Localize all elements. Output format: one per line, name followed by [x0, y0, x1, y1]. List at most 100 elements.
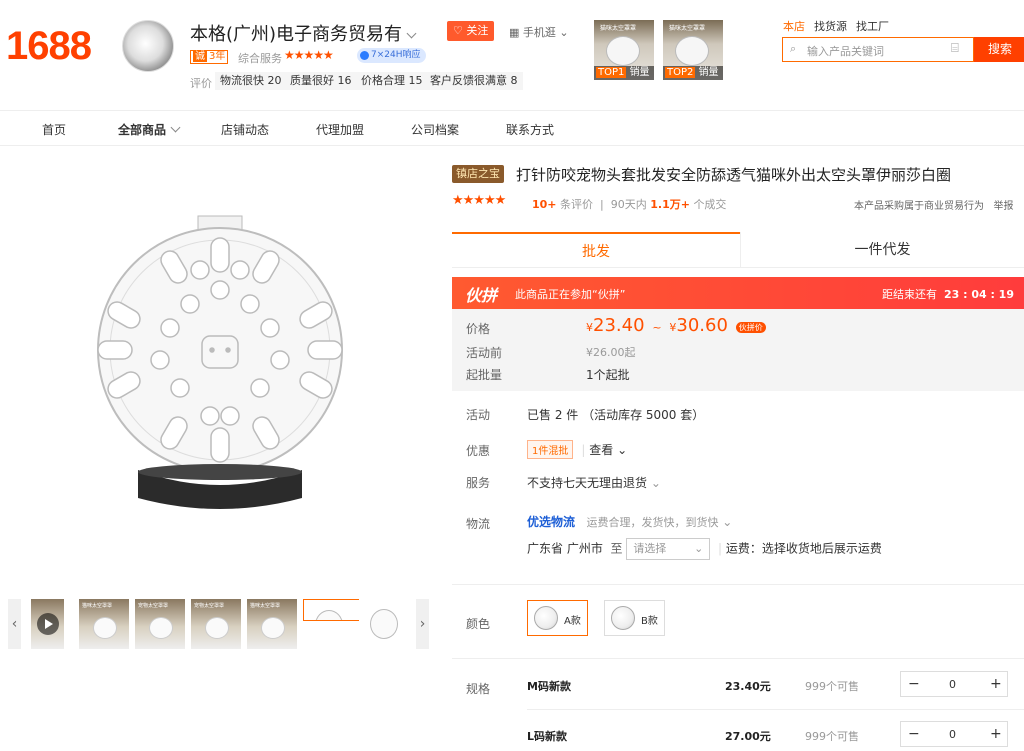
color-option-a[interactable]: A款	[527, 600, 588, 636]
eval-tag[interactable]: 物流很快 20	[215, 72, 287, 90]
nav-home[interactable]: 首页	[42, 121, 66, 138]
badge-icon: 诚	[193, 51, 207, 62]
rank-text: 销量	[629, 67, 650, 78]
sales-count: 1.1万+	[650, 198, 690, 211]
service-label: 服务	[466, 476, 491, 490]
purchase-note-text: 本产品采购属于商业贸易行为	[854, 201, 984, 212]
quantity-input[interactable]: 0	[949, 728, 956, 741]
thumb-image[interactable]: 宠物太空罩罩	[135, 599, 185, 649]
report-link[interactable]: 举报	[994, 201, 1014, 212]
ship-to-select[interactable]: 请选择 ⌄	[626, 538, 711, 560]
logistics-desc[interactable]: 运费合理，发货快，到货快	[586, 516, 718, 529]
shop-header: 1688 本格(广州)电子商务贸易有 ♡ 关注 ▦ 手机逛 ⌄ 诚 3年 综合服务…	[0, 0, 1024, 110]
color-option-label: B款	[641, 616, 658, 627]
price-range: ¥23.40 ~ ¥30.60 伙拼价	[586, 315, 766, 336]
service-value[interactable]: 不支持七天无理由退货 ⌄	[527, 474, 661, 491]
nav-agency[interactable]: 代理加盟	[316, 121, 364, 138]
price-tag: 伙拼价	[735, 322, 766, 333]
thumb-caption: 猫咪太空罩罩	[82, 603, 113, 609]
quantity-input[interactable]: 0	[949, 678, 956, 691]
discount-label: 优惠	[466, 444, 491, 458]
search-scope-source[interactable]: 找货源	[814, 18, 847, 34]
ship-to-placeholder: 请选择	[633, 542, 667, 555]
group-buy-logo: 伙拼	[465, 286, 498, 305]
thumb-video[interactable]	[31, 599, 64, 649]
nav-contact[interactable]: 联系方式	[506, 121, 554, 138]
camera-icon[interactable]: ⌸	[951, 41, 959, 56]
rank-badge: TOP2	[665, 67, 696, 78]
top-product-1[interactable]: 猫咪太空罩罩 TOP1 销量	[594, 20, 654, 80]
discount-value: 1件混批 | 查看 ⌄	[527, 440, 627, 459]
moq-value: 1个起批	[586, 368, 630, 382]
countdown-label: 距结束还有	[881, 288, 937, 301]
online-response-badge: 7×24H响应	[357, 48, 426, 63]
mobile-browse-link[interactable]: ▦ 手机逛 ⌄	[509, 24, 569, 40]
countdown-time: 23 : 04 : 19	[943, 288, 1014, 301]
countdown: 距结束还有 23 : 04 : 19	[882, 286, 1014, 302]
nav-all-products[interactable]: 全部商品	[118, 121, 181, 138]
section-divider	[452, 658, 1024, 659]
color-label: 颜色	[466, 617, 491, 631]
thumb-image[interactable]: 猫咪太空罩罩	[247, 599, 297, 649]
thumb-next-button[interactable]: ›	[416, 599, 429, 649]
chevron-down-icon: ⌄	[694, 542, 704, 555]
top-product-2[interactable]: 猫咪太空罩罩 TOP2 销量	[663, 20, 723, 80]
logistics-label: 物流	[466, 517, 491, 531]
plus-button[interactable]: +	[990, 676, 1002, 692]
chevron-down-icon[interactable]	[406, 28, 417, 39]
review-suffix: 条评价	[560, 198, 594, 211]
shop-avatar[interactable]	[122, 20, 174, 72]
minus-button[interactable]: −	[908, 726, 920, 742]
nav-all-products-label: 全部商品	[118, 123, 167, 137]
years-text: 3年	[209, 51, 226, 62]
mobile-label: 手机逛	[522, 26, 556, 39]
color-option-b[interactable]: B款	[604, 600, 665, 636]
tab-dropship[interactable]: 一件代发	[740, 232, 1024, 267]
nav-shop-news[interactable]: 店铺动态	[221, 121, 269, 138]
thumb-image[interactable]: 猫咪太空罩罩	[79, 599, 129, 649]
top-rank-label: TOP1 销量	[594, 66, 654, 80]
mixed-batch-tag: 1件混批	[527, 440, 574, 459]
eval-tag[interactable]: 价格合理 15	[356, 72, 428, 90]
tab-wholesale[interactable]: 批发	[452, 232, 740, 267]
thumb-image[interactable]	[359, 599, 409, 649]
search-button[interactable]: 搜索	[974, 37, 1024, 62]
top-rank-label: TOP2 销量	[663, 66, 723, 80]
sku-row: L码新款 27.00元 999个可售 − 0 +	[527, 721, 1024, 751]
product-image	[93, 617, 117, 639]
chevron-down-icon	[170, 122, 181, 133]
price-low: 23.40	[593, 315, 645, 336]
rank-text: 销量	[698, 67, 719, 78]
main-product-image[interactable]	[80, 210, 360, 520]
search-input[interactable]: 输入产品关键词	[807, 43, 884, 59]
review-count[interactable]: 10+	[532, 198, 557, 211]
minus-button[interactable]: −	[908, 676, 920, 692]
price-box: 价格 ¥23.40 ~ ¥30.60 伙拼价 活动前 ¥26.00起 起批量 1…	[452, 309, 1024, 391]
rating-summary: 10+ 条评价 | 90天内 1.1万+ 个成交	[532, 198, 727, 211]
thumb-caption: 猫咪太空罩罩	[250, 603, 281, 609]
nav-company-profile[interactable]: 公司档案	[411, 121, 459, 138]
thumb-prev-button[interactable]: ‹	[8, 599, 21, 649]
sku-stock: 999个可售	[805, 730, 859, 743]
logistics-brand-row: 优选物流 运费合理，发货快，到货快 ⌄	[527, 513, 732, 530]
shop-nav: 首页 全部商品 店铺动态 代理加盟 公司档案 联系方式	[0, 110, 1024, 146]
site-logo[interactable]: 1688	[6, 24, 92, 69]
follow-button[interactable]: ♡ 关注	[447, 21, 495, 41]
search-scope-shop[interactable]: 本店	[783, 18, 805, 34]
chevron-down-icon: ⌄	[617, 443, 628, 457]
quantity-stepper: − 0 +	[900, 671, 1008, 697]
product-image	[261, 617, 285, 639]
plus-button[interactable]: +	[990, 726, 1002, 742]
search-scope-factory[interactable]: 找工厂	[856, 18, 889, 34]
purchase-note: 本产品采购属于商业贸易行为 举报	[854, 197, 1014, 212]
before-label: 活动前	[466, 346, 503, 360]
search-box[interactable]: ⌕ 输入产品关键词 ⌸	[782, 37, 974, 62]
thumb-image[interactable]: 宠物太空罩罩	[191, 599, 241, 649]
shop-name[interactable]: 本格(广州)电子商务贸易有	[190, 20, 417, 46]
product-title: 打针防咬宠物头套批发安全防舔透气猫咪外出太空头罩伊丽莎白圈	[516, 166, 952, 184]
discount-view-link[interactable]: 查看	[589, 443, 613, 457]
eval-tag[interactable]: 质量很好 16	[285, 72, 357, 90]
quantity-stepper: − 0 +	[900, 721, 1008, 747]
size-label: 规格	[466, 682, 491, 696]
eval-tag[interactable]: 客户反馈很满意 8	[425, 72, 523, 90]
